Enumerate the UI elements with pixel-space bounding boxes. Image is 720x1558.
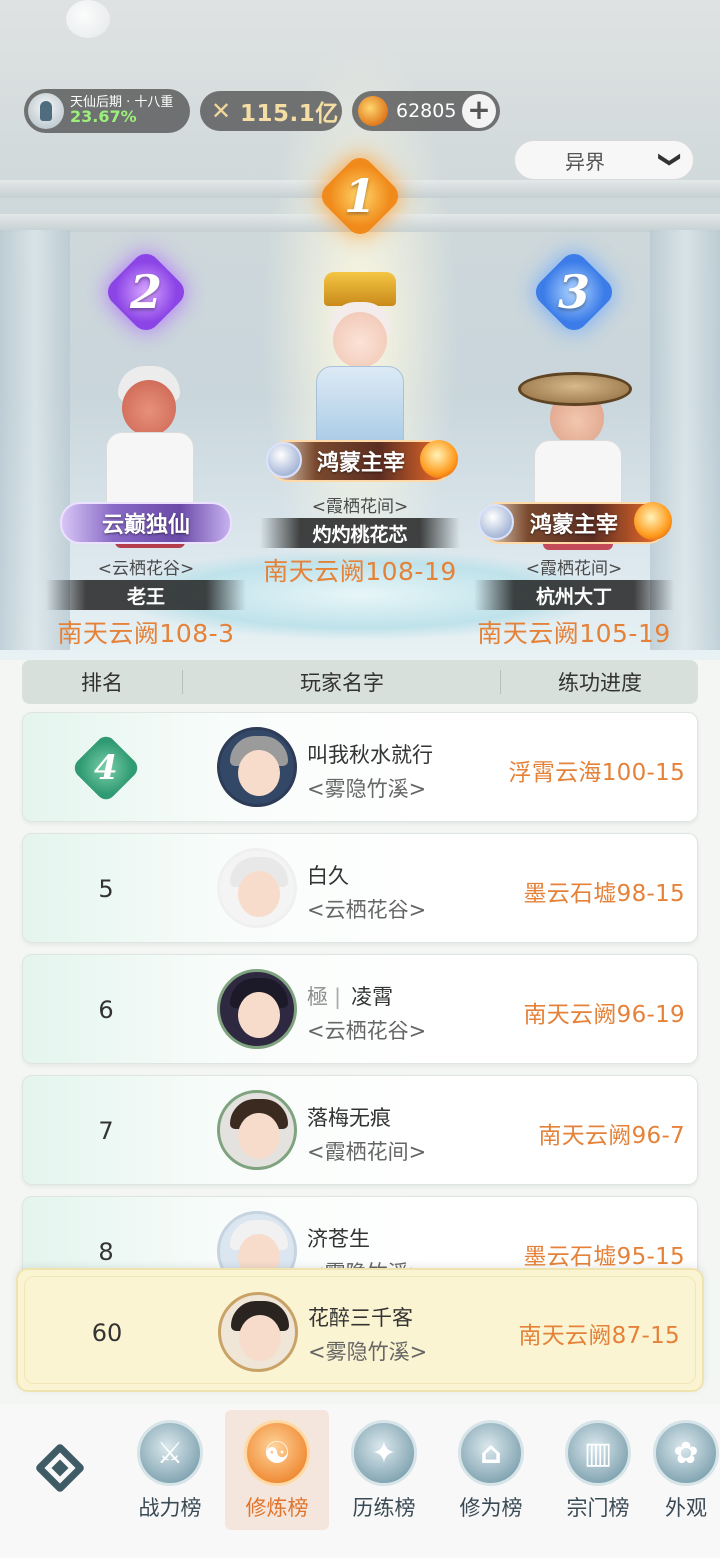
player-2-progress: 南天云阙108-3 xyxy=(57,619,235,648)
world-dropdown[interactable]: 异界 ❯ xyxy=(514,140,694,180)
player-progress: 浮霄云海100-15 xyxy=(508,760,685,786)
table-header: 排名 玩家名字 练功进度 xyxy=(22,660,698,704)
tab-label: 修炼榜 xyxy=(245,1496,309,1520)
row-rank: 5 xyxy=(98,875,114,903)
player-sect: <云栖花谷> xyxy=(307,1019,427,1043)
player-sect: <霞栖花间> xyxy=(307,1140,427,1164)
player-prefix: 極 xyxy=(307,985,328,1009)
tab-label: 历练榜 xyxy=(352,1496,416,1520)
add-currency-button[interactable]: + xyxy=(462,94,496,128)
player-2-title: 云巅独仙 xyxy=(60,502,232,544)
my-rank-row[interactable]: 60 花醉三千客 <雾隐竹溪> 南天云阙87-15 xyxy=(16,1268,704,1392)
header-player-name: 玩家名字 xyxy=(300,671,384,695)
tab-appearance-rank[interactable]: ✿ 外观 xyxy=(652,1410,720,1530)
avatar[interactable] xyxy=(217,848,297,928)
header-rank: 排名 xyxy=(81,671,123,695)
tab-cultivation-rank[interactable]: ☯ 修炼榜 xyxy=(225,1410,329,1530)
tab-level-rank[interactable]: ⌂ 修为榜 xyxy=(439,1410,543,1530)
player-name: 白久 xyxy=(307,864,349,888)
rank-2-medal: 2 xyxy=(100,246,192,338)
tab-power-rank[interactable]: ⚔ 战力榜 xyxy=(118,1410,222,1530)
player-3-sect: <霞栖花间> xyxy=(525,559,623,579)
title-text: 鸿蒙主宰 xyxy=(316,451,405,476)
header-progress: 练功进度 xyxy=(558,671,642,695)
player-name: 花醉三千客 xyxy=(308,1306,413,1330)
table-row[interactable]: 5 白久 <云栖花谷> 墨云石墟98-15 xyxy=(22,833,698,943)
player-sect: <雾隐竹溪> xyxy=(308,1340,428,1364)
player-progress: 南天云阙96-7 xyxy=(538,1123,685,1149)
avatar[interactable] xyxy=(218,1292,298,1372)
avatar[interactable] xyxy=(217,969,297,1049)
player-1-character[interactable] xyxy=(296,266,426,466)
player-2-sect: <云栖花谷> xyxy=(97,559,195,579)
player-1-progress: 南天云阙108-19 xyxy=(263,557,457,586)
rank-number: 2 xyxy=(129,265,162,319)
player-name: 济苍生 xyxy=(307,1227,370,1251)
rank-number: 1 xyxy=(343,169,376,223)
combat-power[interactable]: ✕ 115.1亿 xyxy=(200,91,342,131)
flame-orb-icon xyxy=(634,502,672,540)
power-value: 115.1亿 xyxy=(240,101,339,127)
realm-status[interactable]: 天仙后期 · 十八重 23.67% xyxy=(24,89,190,133)
player-sect: <云栖花谷> xyxy=(307,898,427,922)
player-1-name: 灼灼桃花芯 xyxy=(260,518,460,548)
orb-icon xyxy=(266,442,302,478)
rank-1-medal: 1 xyxy=(314,150,406,242)
flame-orb-icon xyxy=(420,440,458,478)
tab-label: 修为榜 xyxy=(459,1496,523,1520)
coin-icon xyxy=(358,96,388,126)
yin-yang-icon: ☯ xyxy=(244,1420,310,1486)
avatar-icon xyxy=(28,93,64,129)
player-progress: 南天云阙96-19 xyxy=(523,1002,685,1028)
tab-label: 外观 xyxy=(665,1496,707,1520)
bottom-nav: ⚔ 战力榜 ☯ 修炼榜 ✦ 历练榜 ⌂ 修为榜 ▥ 宗门榜 ✿ 外观 xyxy=(0,1404,720,1558)
player-name: 極 | 凌霄 xyxy=(307,985,394,1009)
avatar[interactable] xyxy=(217,1090,297,1170)
tab-label: 战力榜 xyxy=(138,1496,202,1520)
sword-icon: ⚔ xyxy=(137,1420,203,1486)
player-sect: <雾隐竹溪> xyxy=(307,777,427,801)
player-1-sect: <霞栖花间> xyxy=(311,497,409,517)
table-row[interactable]: 4 叫我秋水就行 <雾隐竹溪> 浮霄云海100-15 xyxy=(22,712,698,822)
decor-bubble xyxy=(66,0,110,38)
avatar[interactable] xyxy=(217,727,297,807)
rank-badge-icon: 4 xyxy=(70,732,142,804)
row-rank: 7 xyxy=(98,1117,114,1145)
tab-experience-rank[interactable]: ✦ 历练榜 xyxy=(332,1410,436,1530)
title-text: 鸿蒙主宰 xyxy=(529,513,618,538)
menu-logo-icon[interactable] xyxy=(24,1432,96,1504)
rank-3-medal: 3 xyxy=(528,246,620,338)
player-name: 落梅无痕 xyxy=(307,1106,391,1130)
fan-icon: ✿ xyxy=(653,1420,719,1486)
table-row[interactable]: 6 極 | 凌霄 <云栖花谷> 南天云阙96-19 xyxy=(22,954,698,1064)
player-name: 叫我秋水就行 xyxy=(307,743,433,767)
player-progress: 墨云石墟98-15 xyxy=(523,881,685,907)
crossed-swords-icon: ✕ xyxy=(210,97,232,125)
player-3-name: 杭州大丁 xyxy=(474,580,674,610)
tab-label: 宗门榜 xyxy=(566,1496,630,1520)
player-1-title: 鸿蒙主宰 xyxy=(266,440,458,482)
currency: 62805 + xyxy=(352,91,500,131)
player-progress: 南天云阙87-15 xyxy=(518,1323,680,1349)
hat-icon: ⌂ xyxy=(458,1420,524,1486)
title-text: 云巅独仙 xyxy=(101,513,190,538)
star-icon: ✦ xyxy=(351,1420,417,1486)
player-3-title: 鸿蒙主宰 xyxy=(478,502,672,544)
orb-icon xyxy=(478,504,514,540)
player-2-name: 老王 xyxy=(46,580,246,610)
rank-number: 3 xyxy=(557,265,590,319)
table-row[interactable]: 7 落梅无痕 <霞栖花间> 南天云阙96-7 xyxy=(22,1075,698,1185)
player-progress: 墨云石墟95-15 xyxy=(523,1244,685,1270)
row-rank: 4 xyxy=(23,713,189,823)
row-rank: 6 xyxy=(98,996,114,1024)
row-rank: 60 xyxy=(91,1319,123,1347)
coin-value: 62805 xyxy=(396,100,457,122)
player-3-progress: 南天云阙105-19 xyxy=(477,619,671,648)
world-label: 异界 xyxy=(565,149,605,174)
realm-percent: 23.67% xyxy=(70,107,137,127)
scroll-icon: ▥ xyxy=(565,1420,631,1486)
chevron-down-icon: ❯ xyxy=(657,150,683,169)
tab-sect-rank[interactable]: ▥ 宗门榜 xyxy=(546,1410,650,1530)
player-name-text: 凌霄 xyxy=(351,985,394,1009)
